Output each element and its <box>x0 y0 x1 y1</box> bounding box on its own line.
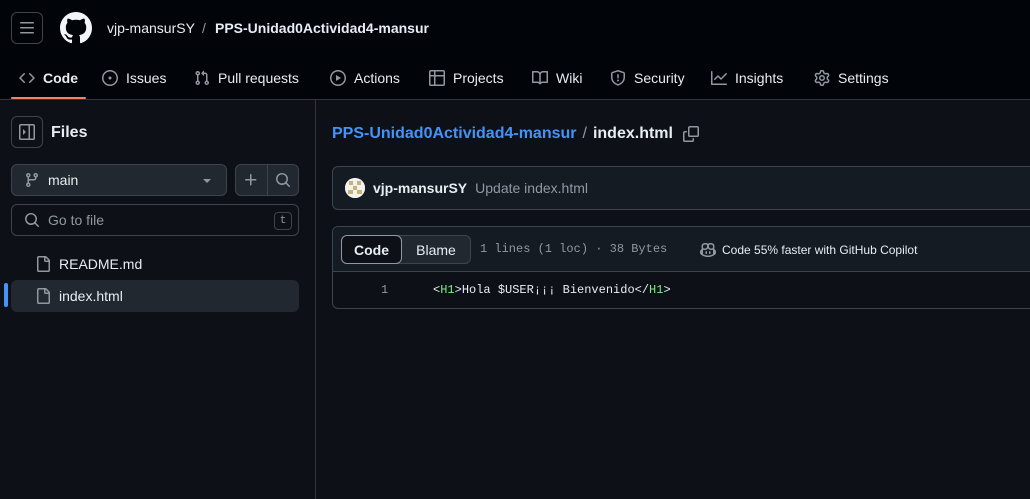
breadcrumb: PPS-Unidad0Actividad4-mansur / index.htm… <box>332 124 699 144</box>
owner-link[interactable]: vjp-mansurSY <box>107 20 195 36</box>
plus-icon <box>245 174 257 186</box>
view-mode-toggle: Code Blame <box>341 235 471 264</box>
play-icon <box>330 70 346 86</box>
pull-request-icon <box>195 70 210 86</box>
code-tag: H1 <box>440 283 455 297</box>
tab-insights[interactable]: Insights <box>711 58 783 98</box>
selected-file-indicator <box>4 283 8 307</box>
collapse-sidebar-button[interactable] <box>11 116 43 148</box>
breadcrumb-repo-link[interactable]: PPS-Unidad0Actividad4-mansur <box>332 125 577 143</box>
tab-insights-label: Insights <box>735 70 784 86</box>
tab-actions-label: Actions <box>354 70 400 86</box>
repo-link[interactable]: PPS-Unidad0Actividad4-mansur <box>215 20 429 36</box>
triangle-down-icon <box>203 179 211 183</box>
code-token: </ <box>634 283 650 297</box>
git-branch-icon <box>25 173 38 188</box>
file-viewer: Code Blame 1 lines (1 loc) · 38 Bytes Co… <box>332 226 1030 309</box>
tab-code-label: Code <box>43 70 78 86</box>
code-text: Hola $USER¡¡¡ Bienvenido <box>461 283 635 297</box>
code-tag: H1 <box>649 283 664 297</box>
app-header: vjp-mansurSY / PPS-Unidad0Actividad4-man… <box>0 0 1030 100</box>
file-icon <box>37 256 50 272</box>
copilot-promo-text: Code 55% faster with GitHub Copilot <box>722 243 918 257</box>
copilot-promo-link[interactable]: Code 55% faster with GitHub Copilot <box>700 242 917 258</box>
tab-settings-label: Settings <box>838 70 889 86</box>
shield-icon <box>611 70 625 86</box>
tab-wiki-label: Wiki <box>556 70 583 86</box>
search-icon <box>275 173 291 188</box>
add-file-button[interactable] <box>236 165 267 195</box>
keyboard-shortcut-hint: t <box>274 212 292 230</box>
github-logo-icon[interactable] <box>60 12 92 44</box>
hamburger-icon <box>20 22 34 34</box>
code-line: <H1>Hola $USER¡¡¡ Bienvenido</H1> <box>433 283 671 297</box>
file-tree-sidebar: Files main t README.md index.html <box>0 100 316 499</box>
go-to-file-input[interactable] <box>48 212 248 228</box>
code-token: > <box>454 283 462 297</box>
code-view-button[interactable]: Code <box>341 235 402 264</box>
copilot-icon <box>700 242 716 258</box>
tab-security-label: Security <box>634 70 685 86</box>
line-number[interactable]: 1 <box>381 283 388 297</box>
table-icon <box>429 70 445 86</box>
active-tab-indicator <box>11 97 86 99</box>
breadcrumb-separator: / <box>582 125 587 142</box>
tab-wiki[interactable]: Wiki <box>532 58 582 98</box>
context-separator: / <box>202 20 206 36</box>
file-info: 1 lines (1 loc) · 38 Bytes <box>480 242 668 256</box>
tab-pull-requests[interactable]: Pull requests <box>194 58 299 98</box>
avatar[interactable] <box>345 178 365 198</box>
tab-settings[interactable]: Settings <box>814 58 889 98</box>
book-icon <box>532 70 548 85</box>
tree-item-label: README.md <box>59 256 143 272</box>
blame-view-button[interactable]: Blame <box>402 236 470 263</box>
code-token: > <box>663 283 671 297</box>
tree-item-readme[interactable]: README.md <box>11 248 299 280</box>
file-icon <box>37 288 50 304</box>
repo-nav: Code Issues Pull requests Actions Projec… <box>0 58 1030 100</box>
tab-pull-requests-label: Pull requests <box>218 70 299 86</box>
issue-icon <box>102 70 118 86</box>
code-icon <box>19 72 35 84</box>
tab-security[interactable]: Security <box>610 58 685 98</box>
tree-actions <box>235 164 299 196</box>
file-viewer-header: Code Blame 1 lines (1 loc) · 38 Bytes Co… <box>333 227 1030 272</box>
graph-icon <box>711 71 727 85</box>
tree-item-index-html[interactable]: index.html <box>11 280 299 312</box>
commit-author-link[interactable]: vjp-mansurSY <box>373 180 467 196</box>
latest-commit-bar: vjp-mansurSY Update index.html <box>332 166 1030 210</box>
tab-issues-label: Issues <box>126 70 167 86</box>
branch-selector[interactable]: main <box>11 164 227 196</box>
tab-issues[interactable]: Issues <box>102 58 166 98</box>
copy-path-button[interactable] <box>682 126 699 142</box>
commit-message-link[interactable]: Update index.html <box>475 180 588 196</box>
tree-item-label: index.html <box>59 288 123 304</box>
branch-name: main <box>48 172 79 188</box>
sidebar-collapse-icon <box>19 124 35 140</box>
tab-projects[interactable]: Projects <box>429 58 504 98</box>
copy-icon <box>682 126 699 142</box>
tab-projects-label: Projects <box>453 70 504 86</box>
files-heading: Files <box>51 124 88 141</box>
breadcrumb-file-name: index.html <box>592 125 673 142</box>
tab-actions[interactable]: Actions <box>330 58 400 98</box>
tab-code[interactable]: Code <box>19 58 78 98</box>
search-icon <box>25 213 40 228</box>
search-code-button[interactable] <box>266 165 298 195</box>
gear-icon <box>814 70 830 86</box>
go-to-file-field[interactable]: t <box>11 204 299 236</box>
menu-button[interactable] <box>11 12 43 44</box>
